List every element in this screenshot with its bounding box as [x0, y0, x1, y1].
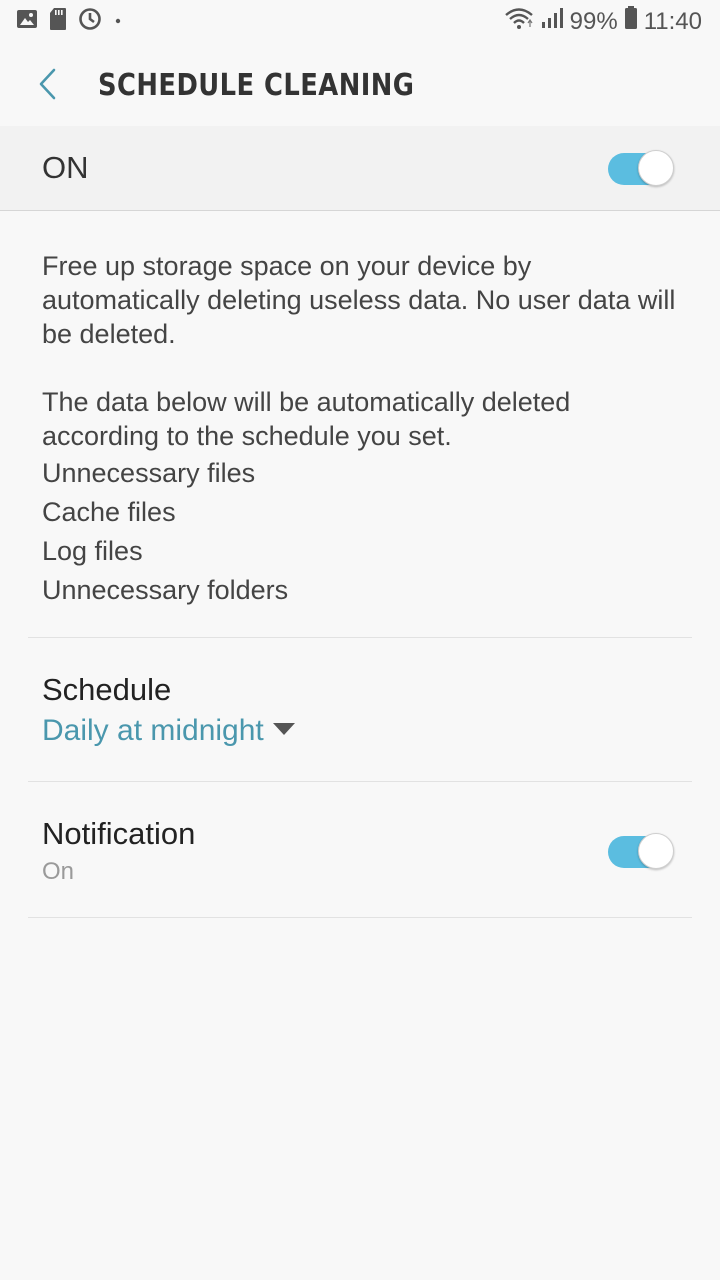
description-intro: Free up storage space on your device by … [42, 251, 676, 349]
dot-icon [113, 13, 123, 31]
battery-icon [624, 6, 638, 37]
list-item: Unnecessary folders [42, 575, 289, 605]
status-bar-left [16, 7, 123, 36]
list-item: Log files [42, 536, 143, 566]
schedule-value: Daily at midnight [42, 714, 264, 747]
master-switch-row[interactable]: ON [0, 126, 720, 211]
status-bar: 99% 11:40 [0, 0, 720, 40]
divider [28, 917, 692, 918]
description-schedule-note: The data below will be automatically del… [42, 387, 571, 451]
signal-icon [540, 7, 564, 36]
notification-toggle-knob [638, 833, 674, 869]
notification-status: On [42, 858, 75, 885]
schedule-title: Schedule [42, 672, 172, 707]
list-item: Cache files [42, 497, 176, 527]
battery-percent: 99% [569, 7, 618, 35]
status-bar-right: 99% 11:40 [504, 6, 702, 37]
app-bar: SCHEDULE CLEANING [0, 40, 720, 127]
master-switch-label: ON [42, 150, 89, 185]
master-toggle[interactable] [608, 150, 674, 186]
image-icon [16, 8, 38, 35]
back-button[interactable] [30, 62, 70, 106]
chevron-left-icon [30, 68, 70, 110]
notification-title: Notification [42, 816, 196, 851]
dropdown-arrow-icon [272, 722, 296, 741]
clock: 11:40 [643, 7, 702, 35]
sync-icon [78, 7, 102, 36]
sd-card-icon [49, 7, 67, 36]
wifi-icon [504, 6, 534, 37]
divider [28, 637, 692, 638]
schedule-dropdown[interactable]: Daily at midnight [42, 714, 296, 748]
page-title: SCHEDULE CLEANING [98, 68, 415, 103]
master-toggle-knob [638, 150, 674, 186]
list-item: Unnecessary files [42, 458, 256, 488]
notification-toggle[interactable] [608, 833, 674, 869]
